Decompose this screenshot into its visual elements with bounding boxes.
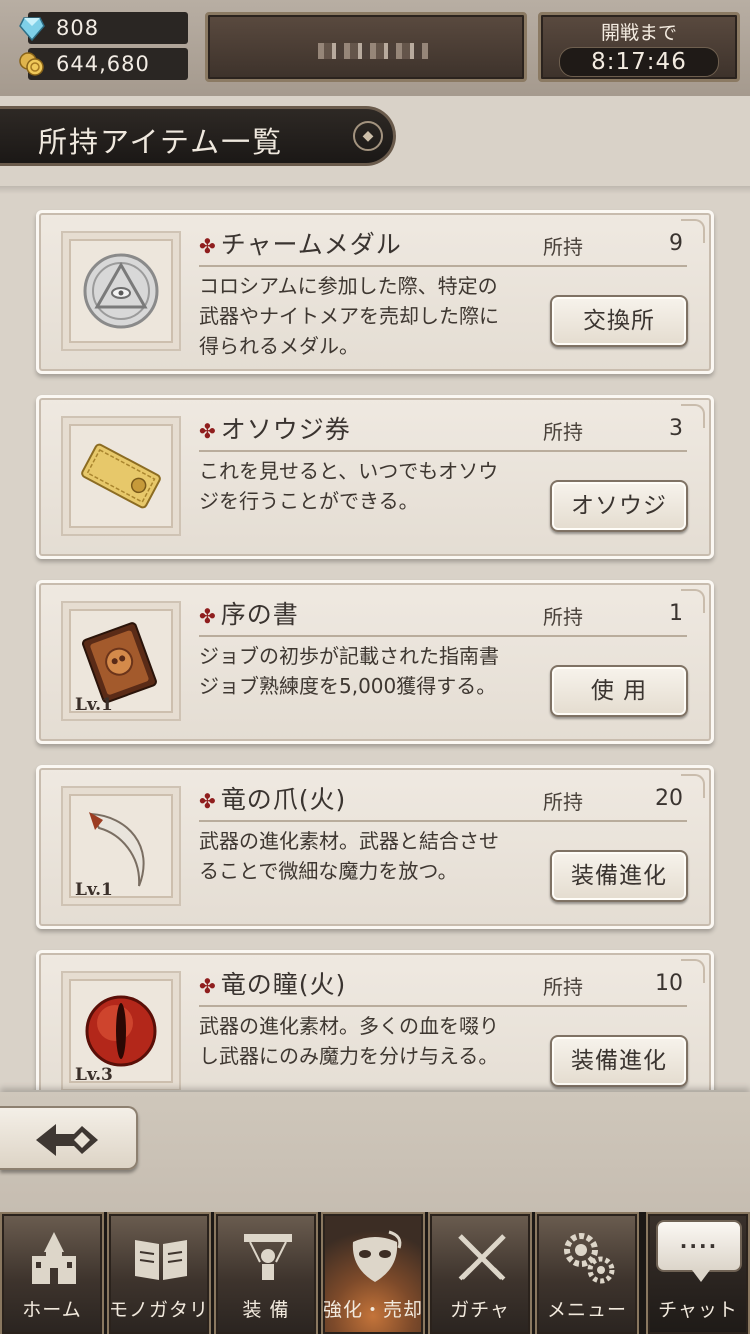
item-name: ✤ 序の書 (199, 600, 299, 629)
tab-menu[interactable]: メニュー (535, 1212, 639, 1334)
back-button[interactable] (0, 1106, 138, 1170)
item-description: 武器の進化素材。多くの血を啜り し武器にのみ魔力を分け与える。 (199, 1014, 499, 1068)
diamond-bullet-icon: ✤ (199, 234, 217, 258)
item-thumbnail[interactable] (61, 231, 181, 351)
crossed-swords-icon (458, 1234, 506, 1281)
item-card-dragon-eye-fire: Lv.3 ✤ 竜の瞳(火) 所持 10 武器の進化素材。多くの血を啜り し武器にの… (36, 950, 714, 1090)
item-description: これを見せると、いつでもオソウ ジを行うことができる。 (199, 459, 499, 513)
tab-label: 強化・売却 (323, 1299, 424, 1321)
item-description: ジョブの初歩が記載された指南書 ジョブ熟練度を5,000獲得する。 (199, 644, 499, 698)
tab-chat[interactable]: ···· チャット (646, 1212, 750, 1334)
gold-coin-icon (19, 52, 44, 76)
tab-upgrade-sell[interactable]: 強化・売却 (321, 1212, 425, 1334)
owned-label: 所持 (543, 420, 583, 444)
tab-label: チャット (658, 1299, 738, 1321)
open-book-icon (135, 1240, 187, 1280)
exchange-button[interactable]: 交換所 (550, 295, 688, 347)
dragon-eye-icon (85, 995, 157, 1067)
card-divider (199, 1005, 687, 1007)
card-corner-ornament (681, 959, 705, 983)
tab-gacha[interactable]: ガチャ (428, 1212, 532, 1334)
gold-count: 644,680 (56, 52, 150, 76)
tab-label: 装 備 (242, 1299, 290, 1321)
owned-count: 1 (669, 601, 683, 626)
gem-counter: 808 (19, 12, 188, 44)
pixelated-player-name (318, 43, 428, 59)
title-divider (0, 186, 750, 194)
section-title-bar: 所持アイテム一覧 ◆ (0, 106, 396, 166)
tab-story[interactable]: モノガタリ (107, 1212, 211, 1334)
item-description: 武器の進化素材。武器と結合させ ることで微細な魔力を放つ。 (199, 829, 499, 883)
item-level: Lv.1 (75, 880, 113, 900)
top-status-bar: 808 644,680 開戦まで 8:17:46 (0, 0, 750, 96)
battle-countdown: 開戦まで 8:17:46 (538, 12, 740, 82)
owned-count: 10 (655, 971, 683, 996)
gold-counter: 644,680 (19, 48, 188, 80)
card-corner-ornament (681, 404, 705, 428)
owned-count: 20 (655, 786, 683, 811)
ticket-icon (81, 443, 161, 509)
item-card-intro-book: Lv.1 ✤ 序の書 所持 1 ジョブの初歩が記載された指南書 ジョブ熟練度を5,… (36, 580, 714, 744)
item-card-osouji-ticket: ✤ オソウジ券 所持 3 これを見せると、いつでもオソウ ジを行うことができる。 … (36, 395, 714, 559)
item-level: Lv.3 (75, 1065, 113, 1085)
item-description: コロシアムに参加した際、特定の 武器やナイトメアを売却した際に 得られるメダル。 (199, 274, 499, 358)
card-corner-ornament (681, 219, 705, 243)
item-name: ✤ チャームメダル (199, 230, 402, 259)
mask-icon (352, 1230, 402, 1282)
use-button[interactable]: 使 用 (550, 665, 688, 717)
bottom-navigation: ホーム モノガタリ 装 備 強化・売却 ガチャ メニュー ···· チャット (0, 1212, 750, 1334)
owned-count: 3 (669, 416, 683, 441)
evolve-equipment-button[interactable]: 装備進化 (550, 850, 688, 902)
puppet-icon (244, 1234, 292, 1280)
battle-countdown-label: 開戦まで (600, 22, 677, 44)
page-title: 所持アイテム一覧 (38, 125, 284, 159)
back-arrow-icon (36, 1124, 98, 1156)
diamond-bullet-icon: ✤ (199, 604, 217, 628)
item-thumbnail[interactable] (61, 416, 181, 536)
book-icon (81, 622, 157, 704)
tab-label: モノガタリ (109, 1299, 210, 1321)
card-divider (199, 635, 687, 637)
owned-label: 所持 (543, 975, 583, 999)
diamond-bullet-icon: ✤ (199, 974, 217, 998)
card-divider (199, 820, 687, 822)
tab-home[interactable]: ホーム (0, 1212, 104, 1334)
diamond-bullet-icon: ✤ (199, 419, 217, 443)
battle-countdown-time: 8:17:46 (559, 47, 719, 77)
castle-icon (32, 1232, 76, 1284)
card-corner-ornament (681, 774, 705, 798)
evolve-equipment-button[interactable]: 装備進化 (550, 1035, 688, 1087)
item-name: ✤ 竜の爪(火) (199, 785, 347, 814)
item-name: ✤ オソウジ券 (199, 415, 351, 444)
gem-count: 808 (56, 16, 100, 40)
item-name: ✤ 竜の瞳(火) (199, 970, 347, 999)
owned-label: 所持 (543, 790, 583, 814)
card-divider (199, 265, 687, 267)
sort-toggle-icon[interactable]: ◆ (353, 121, 383, 151)
gem-icon (19, 17, 45, 42)
medal-icon (83, 253, 159, 329)
item-card-dragon-claw-fire: Lv.1 ✤ 竜の爪(火) 所持 20 武器の進化素材。武器と結合させ ることで微… (36, 765, 714, 929)
item-list[interactable]: ✤ チャームメダル 所持 9 コロシアムに参加した際、特定の 武器やナイトメアを売… (0, 196, 750, 1090)
card-corner-ornament (681, 589, 705, 613)
tab-label: ガチャ (450, 1299, 510, 1321)
diamond-bullet-icon: ✤ (199, 789, 217, 813)
tab-label: メニュー (546, 1299, 627, 1321)
tab-equipment[interactable]: 装 備 (214, 1212, 318, 1334)
item-thumbnail[interactable]: Lv.1 (61, 601, 181, 721)
owned-count: 9 (669, 231, 683, 256)
player-name-plate[interactable] (205, 12, 527, 82)
item-thumbnail[interactable]: Lv.3 (61, 971, 181, 1090)
card-divider (199, 450, 687, 452)
item-card-charm-medal: ✤ チャームメダル 所持 9 コロシアムに参加した際、特定の 武器やナイトメアを売… (36, 210, 714, 374)
gears-icon (564, 1233, 615, 1284)
chat-bubble-icon: ···· (656, 1220, 742, 1282)
item-level: Lv.1 (75, 695, 113, 715)
owned-label: 所持 (543, 235, 583, 259)
tab-label: ホーム (22, 1299, 82, 1321)
claw-icon (89, 812, 145, 887)
item-thumbnail[interactable]: Lv.1 (61, 786, 181, 906)
owned-label: 所持 (543, 605, 583, 629)
osouji-button[interactable]: オソウジ (550, 480, 688, 532)
